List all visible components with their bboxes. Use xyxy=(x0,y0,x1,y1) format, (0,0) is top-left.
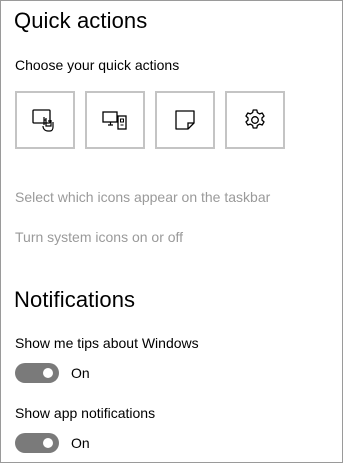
tips-toggle-switch[interactable] xyxy=(15,363,59,383)
taskbar-icons-link[interactable]: Select which icons appear on the taskbar xyxy=(15,188,270,206)
quick-actions-tiles xyxy=(15,91,285,149)
notifications-heading: Notifications xyxy=(14,287,136,312)
system-icons-link[interactable]: Turn system icons on or off xyxy=(15,228,183,246)
tips-setting-label: Show me tips about Windows xyxy=(15,335,199,351)
choose-quick-actions-label: Choose your quick actions xyxy=(15,57,180,73)
app-notifications-setting-label: Show app notifications xyxy=(15,405,156,421)
app-notifications-toggle-switch[interactable] xyxy=(15,433,59,453)
app-notifications-toggle-row: On xyxy=(15,433,90,453)
quick-action-tile-settings[interactable] xyxy=(225,91,285,149)
tips-toggle-row: On xyxy=(15,363,90,383)
app-notifications-toggle-state: On xyxy=(71,435,90,451)
quick-action-tile-tablet-mode[interactable] xyxy=(15,91,75,149)
note-icon xyxy=(175,110,195,130)
settings-gear-icon xyxy=(245,109,265,129)
toggle-knob xyxy=(43,438,53,448)
tablet-mode-icon xyxy=(32,109,54,132)
tips-toggle-state: On xyxy=(71,365,90,381)
project-display-icon xyxy=(102,111,127,130)
settings-panel: Quick actions Choose your quick actions xyxy=(0,0,343,463)
quick-action-tile-project[interactable] xyxy=(85,91,145,149)
toggle-knob xyxy=(43,368,53,378)
quick-action-tile-note[interactable] xyxy=(155,91,215,149)
quick-actions-heading: Quick actions xyxy=(14,8,148,33)
